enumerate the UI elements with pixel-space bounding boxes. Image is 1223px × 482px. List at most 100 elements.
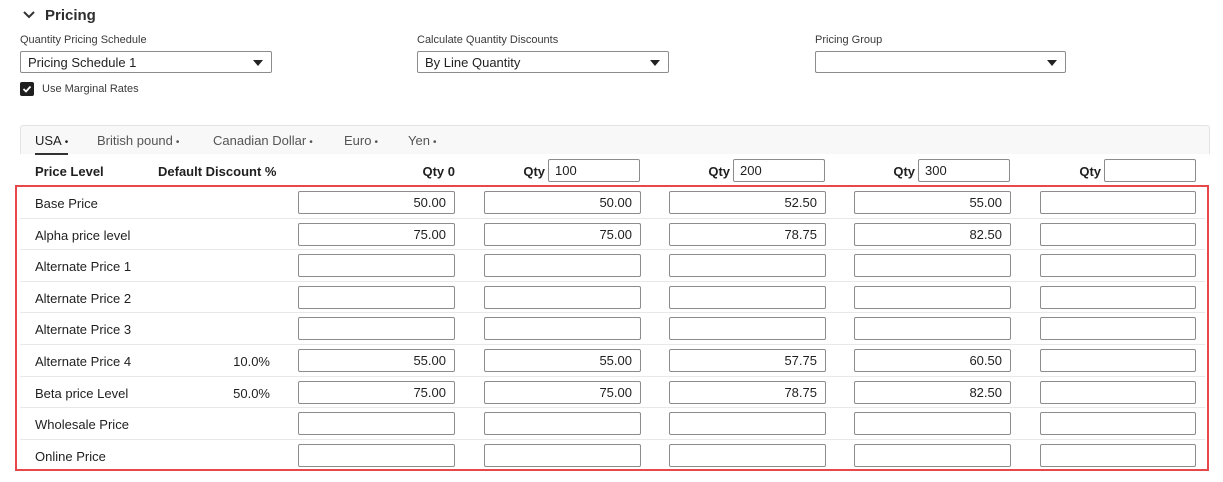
caret-down-icon xyxy=(253,60,263,66)
price-input[interactable] xyxy=(1040,412,1196,436)
price-input[interactable] xyxy=(1040,443,1196,467)
use-marginal-rates-row: Use Marginal Rates xyxy=(20,82,139,96)
price-level-name: Alternate Price 2 xyxy=(35,290,132,306)
price-input[interactable] xyxy=(1040,285,1196,309)
default-discount-value: 50.0% xyxy=(233,385,270,401)
price-input[interactable]: 75.00 xyxy=(484,380,641,404)
qty-break-input[interactable] xyxy=(1104,159,1196,182)
tab-canadian-dollar[interactable]: Canadian Dollar • xyxy=(213,126,313,155)
use-marginal-rates-checkbox[interactable] xyxy=(20,82,34,96)
price-input[interactable]: 55.00 xyxy=(854,191,1011,214)
price-input[interactable] xyxy=(854,443,1011,467)
qty-label: Qty xyxy=(893,164,915,179)
price-input[interactable] xyxy=(669,254,826,278)
price-level-name: Base Price xyxy=(35,196,98,211)
qty-break-input[interactable]: 200 xyxy=(733,159,825,182)
table-row: Base Price 50.00 50.00 52.50 55.00 xyxy=(20,187,1205,219)
price-input[interactable] xyxy=(854,317,1011,341)
price-level-name: Alternate Price 3 xyxy=(35,322,132,338)
tab-usa[interactable]: USA • xyxy=(35,126,69,155)
table-row: Alternate Price 1 xyxy=(20,250,1205,282)
price-input[interactable] xyxy=(854,254,1011,278)
price-table-header: Price Level Default Discount % Qty 0 Qty… xyxy=(20,156,1210,186)
price-level-name: Online Price xyxy=(35,448,106,464)
price-input[interactable] xyxy=(854,412,1011,436)
price-input[interactable] xyxy=(1040,317,1196,341)
tab-british-pound[interactable]: British pound • xyxy=(97,126,179,155)
price-input[interactable]: 55.00 xyxy=(484,349,641,372)
price-input[interactable]: 75.00 xyxy=(298,380,455,404)
table-row: Alternate Price 3 xyxy=(20,313,1205,345)
table-row: Alternate Price 4 10.0% 55.00 55.00 57.75 60.… xyxy=(20,345,1205,377)
use-marginal-rates-label: Use Marginal Rates xyxy=(42,83,139,95)
price-input[interactable] xyxy=(298,254,455,278)
calculate-quantity-discounts-label: Calculate Quantity Discounts xyxy=(417,34,559,46)
price-input[interactable]: 50.00 xyxy=(484,191,641,214)
price-input[interactable]: 75.00 xyxy=(298,222,455,246)
qty-label: Qty xyxy=(1079,164,1101,179)
select-value: Pricing Schedule 1 xyxy=(28,54,137,70)
table-row: Wholesale Price xyxy=(20,408,1205,440)
price-level-name: Beta price Level xyxy=(35,385,129,401)
price-input[interactable] xyxy=(1040,254,1196,278)
price-input[interactable]: 60.50 xyxy=(854,349,1011,372)
price-input[interactable] xyxy=(669,285,826,309)
price-input[interactable] xyxy=(298,412,455,436)
price-input[interactable]: 75.00 xyxy=(484,222,641,246)
price-level-name: Alpha price level xyxy=(35,227,131,243)
price-input[interactable] xyxy=(484,412,641,436)
section-title: Pricing xyxy=(45,6,96,24)
table-row: Online Price xyxy=(20,440,1205,472)
price-input[interactable] xyxy=(484,254,641,278)
price-input[interactable] xyxy=(669,317,826,341)
qty0-header: Qty 0 xyxy=(422,164,455,179)
price-input[interactable] xyxy=(484,443,641,467)
price-input[interactable] xyxy=(1040,349,1196,372)
qty-label: Qty xyxy=(523,164,545,179)
price-input[interactable] xyxy=(298,443,455,467)
price-level-name: Alternate Price 1 xyxy=(35,259,132,275)
pricing-group-label: Pricing Group xyxy=(815,34,883,46)
price-input[interactable] xyxy=(1040,191,1196,214)
pricing-section-header[interactable]: Pricing xyxy=(22,4,96,26)
default-discount-value: 10.0% xyxy=(233,354,270,369)
default-discount-header: Default Discount % xyxy=(158,164,277,179)
price-input[interactable] xyxy=(484,285,641,309)
table-row: Alpha price level 75.00 75.00 78.75 82.50 xyxy=(20,219,1205,251)
select-value: By Line Quantity xyxy=(425,54,521,70)
qty-break-input[interactable]: 300 xyxy=(918,159,1010,182)
price-input[interactable] xyxy=(1040,380,1196,404)
price-input[interactable]: 52.50 xyxy=(669,191,826,214)
price-input[interactable]: 78.75 xyxy=(669,380,826,404)
quantity-pricing-schedule-select[interactable]: Pricing Schedule 1 xyxy=(20,51,272,73)
caret-down-icon xyxy=(650,60,660,66)
table-row: Beta price Level 50.0% 75.00 75.00 78.75 82.5… xyxy=(20,377,1205,409)
price-input[interactable] xyxy=(298,317,455,341)
price-input[interactable] xyxy=(298,285,455,309)
tab-euro[interactable]: Euro • xyxy=(344,126,378,155)
price-level-name: Wholesale Price xyxy=(35,417,129,433)
price-input[interactable] xyxy=(669,443,826,467)
currency-tab-bar: USA • British pound • Canadian Dollar • Eur… xyxy=(20,125,1210,155)
price-input[interactable]: 82.50 xyxy=(854,380,1011,404)
price-input[interactable]: 50.00 xyxy=(298,191,455,214)
price-input[interactable] xyxy=(669,412,826,436)
price-input[interactable] xyxy=(854,285,1011,309)
chevron-down-icon[interactable] xyxy=(22,8,36,22)
table-row: Alternate Price 2 xyxy=(20,282,1205,314)
price-input[interactable]: 57.75 xyxy=(669,349,826,372)
caret-down-icon xyxy=(1047,60,1057,66)
qty-break-input[interactable]: 100 xyxy=(548,159,640,182)
pricing-group-select[interactable] xyxy=(815,51,1066,73)
price-input[interactable] xyxy=(1040,222,1196,246)
price-input[interactable]: 82.50 xyxy=(854,222,1011,246)
price-level-header: Price Level xyxy=(35,164,104,179)
calculate-quantity-discounts-select[interactable]: By Line Quantity xyxy=(417,51,669,73)
price-input[interactable]: 78.75 xyxy=(669,222,826,246)
tab-yen[interactable]: Yen • xyxy=(408,126,436,155)
price-input[interactable]: 55.00 xyxy=(298,349,455,372)
price-level-name: Alternate Price 4 xyxy=(35,354,132,369)
price-input[interactable] xyxy=(484,317,641,341)
check-icon xyxy=(22,85,32,93)
quantity-pricing-schedule-label: Quantity Pricing Schedule xyxy=(20,34,147,46)
